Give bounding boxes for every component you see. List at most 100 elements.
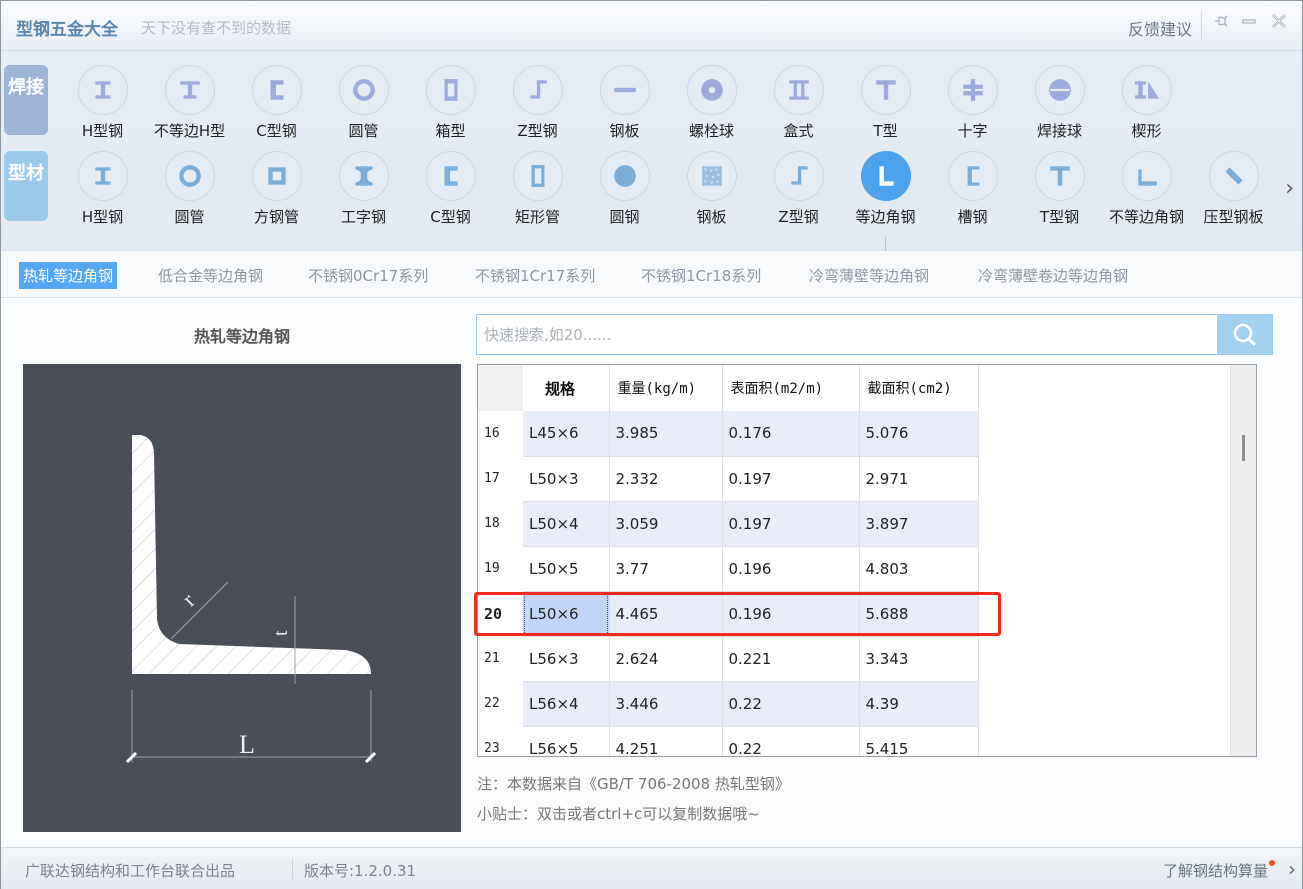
weld-item[interactable]: 圆管 — [320, 65, 407, 150]
table-row[interactable]: 19 L50×5 3.77 0.196 4.803 — [478, 546, 979, 592]
profile-item[interactable]: 圆管 — [146, 151, 233, 236]
sub-tab[interactable]: 不锈钢1Cr18系列 — [637, 262, 765, 289]
cell-surface[interactable]: 0.196 — [722, 546, 860, 592]
cell-spec[interactable]: L50×5 — [523, 546, 610, 592]
table-row[interactable]: 16 L45×6 3.985 0.176 5.076 — [478, 411, 979, 457]
weld-item[interactable]: 螺栓球 — [668, 65, 755, 150]
cell-spec[interactable]: L56×3 — [523, 636, 610, 682]
weld-item[interactable]: 不等边H型 — [146, 65, 233, 150]
weld-item[interactable]: T型 — [842, 65, 929, 150]
row-number[interactable]: 21 — [478, 636, 523, 681]
side-tab-weld[interactable]: 焊接 — [4, 65, 48, 135]
weld-item[interactable]: Z型钢 — [494, 65, 581, 150]
profile-item[interactable]: 钢板 — [668, 151, 755, 236]
cell-spec[interactable]: L50×3 — [523, 456, 610, 502]
cell-area[interactable]: 5.415 — [859, 726, 979, 756]
table-row[interactable]: 20 L50×6 4.465 0.196 5.688 — [478, 591, 979, 637]
cell-spec[interactable]: L50×6 — [523, 591, 610, 637]
sub-tab[interactable]: 冷弯薄壁等边角钢 — [805, 262, 933, 289]
cell-surface[interactable]: 0.22 — [722, 726, 860, 756]
profile-item[interactable]: 压型钢板 — [1190, 151, 1277, 236]
profile-item[interactable]: 圆钢 — [581, 151, 668, 236]
weld-item[interactable]: 十字 — [929, 65, 1016, 150]
cell-area[interactable]: 5.076 — [859, 411, 979, 457]
cell-weight[interactable]: 2.332 — [609, 456, 723, 502]
side-tab-profile[interactable]: 型材 — [4, 151, 48, 221]
cell-area[interactable]: 3.897 — [859, 501, 979, 547]
sub-tab[interactable]: 热轧等边角钢 — [19, 262, 118, 289]
chevron-right-icon[interactable]: › — [1285, 176, 1294, 201]
column-header-area[interactable]: 截面积(cm2) — [859, 365, 979, 411]
t-section-icon — [1049, 166, 1070, 186]
profile-item[interactable]: 不等边角钢 — [1103, 151, 1190, 236]
profile-item[interactable]: Z型钢 — [755, 151, 842, 236]
column-header-weight[interactable]: 重量(kg/m) — [609, 365, 723, 411]
profile-item[interactable]: 槽钢 — [929, 151, 1016, 236]
cell-surface[interactable]: 0.197 — [722, 456, 860, 502]
table-row[interactable]: 22 L56×4 3.446 0.22 4.39 — [478, 681, 979, 727]
cell-area[interactable]: 4.39 — [859, 681, 979, 727]
chevron-right-icon[interactable]: › — [1288, 857, 1296, 881]
table-row[interactable]: 17 L50×3 2.332 0.197 2.971 — [478, 456, 979, 502]
cell-weight[interactable]: 3.059 — [609, 501, 723, 547]
search-button[interactable] — [1217, 315, 1272, 354]
profile-item[interactable]: 矩形管 — [494, 151, 581, 236]
search-input[interactable] — [477, 315, 1217, 354]
profile-item[interactable]: T型钢 — [1016, 151, 1103, 236]
row-number[interactable]: 20 — [478, 591, 523, 636]
cell-area[interactable]: 5.688 — [859, 591, 979, 637]
vertical-scrollbar[interactable] — [1230, 365, 1256, 756]
cell-surface[interactable]: 0.221 — [722, 636, 860, 682]
weld-item[interactable]: 箱型 — [407, 65, 494, 150]
pin-icon[interactable] — [1210, 13, 1232, 33]
sub-tab[interactable]: 冷弯薄壁卷边等边角钢 — [974, 262, 1132, 289]
table-row[interactable]: 21 L56×3 2.624 0.221 3.343 — [478, 636, 979, 682]
weld-item[interactable]: 楔形 — [1103, 65, 1190, 150]
row-number[interactable]: 16 — [478, 411, 523, 456]
cell-surface[interactable]: 0.176 — [722, 411, 860, 457]
table-row[interactable]: 18 L50×4 3.059 0.197 3.897 — [478, 501, 979, 547]
cell-weight[interactable]: 4.465 — [609, 591, 723, 637]
row-number[interactable]: 18 — [478, 501, 523, 546]
profile-item[interactable]: C型钢 — [407, 151, 494, 236]
weld-item[interactable]: C型钢 — [233, 65, 320, 150]
column-header-spec[interactable]: 规格 — [523, 365, 610, 411]
close-icon[interactable] — [1268, 13, 1290, 33]
profile-item[interactable]: 方钢管 — [233, 151, 320, 236]
cell-weight[interactable]: 3.77 — [609, 546, 723, 592]
cell-spec[interactable]: L50×4 — [523, 501, 610, 547]
cell-area[interactable]: 4.803 — [859, 546, 979, 592]
sub-tab[interactable]: 低合金等边角钢 — [154, 262, 267, 289]
cell-area[interactable]: 3.343 — [859, 636, 979, 682]
learn-more-link[interactable]: 了解钢结构算量 — [1163, 860, 1268, 881]
weld-item[interactable]: H型钢 — [59, 65, 146, 150]
row-number[interactable]: 19 — [478, 546, 523, 591]
table-row[interactable]: 23 L56×5 4.251 0.22 5.415 — [478, 726, 979, 756]
row-number[interactable]: 22 — [478, 681, 523, 726]
cell-spec[interactable]: L56×5 — [523, 726, 610, 756]
cell-weight[interactable]: 3.985 — [609, 411, 723, 457]
profile-item[interactable]: 工字钢 — [320, 151, 407, 236]
row-number[interactable]: 23 — [478, 726, 523, 756]
sub-tab[interactable]: 不锈钢0Cr17系列 — [304, 262, 432, 289]
column-header-surface[interactable]: 表面积(m2/m) — [722, 365, 860, 411]
cell-surface[interactable]: 0.197 — [722, 501, 860, 547]
cell-surface[interactable]: 0.22 — [722, 681, 860, 727]
weld-item[interactable]: 钢板 — [581, 65, 668, 150]
cell-surface[interactable]: 0.196 — [722, 591, 860, 637]
sub-tab[interactable]: 不锈钢1Cr17系列 — [471, 262, 599, 289]
feedback-link[interactable]: 反馈建议 — [1128, 16, 1192, 40]
cell-weight[interactable]: 4.251 — [609, 726, 723, 756]
profile-item[interactable]: 等边角钢 — [842, 151, 929, 236]
cell-weight[interactable]: 2.624 — [609, 636, 723, 682]
minimize-icon[interactable] — [1238, 13, 1260, 33]
profile-item[interactable]: H型钢 — [59, 151, 146, 236]
scrollbar-thumb[interactable] — [1242, 435, 1245, 461]
cell-weight[interactable]: 3.446 — [609, 681, 723, 727]
cell-spec[interactable]: L45×6 — [523, 411, 610, 457]
weld-item[interactable]: 焊接球 — [1016, 65, 1103, 150]
cell-spec[interactable]: L56×4 — [523, 681, 610, 727]
row-number[interactable]: 17 — [478, 456, 523, 501]
cell-area[interactable]: 2.971 — [859, 456, 979, 502]
weld-item[interactable]: 盒式 — [755, 65, 842, 150]
